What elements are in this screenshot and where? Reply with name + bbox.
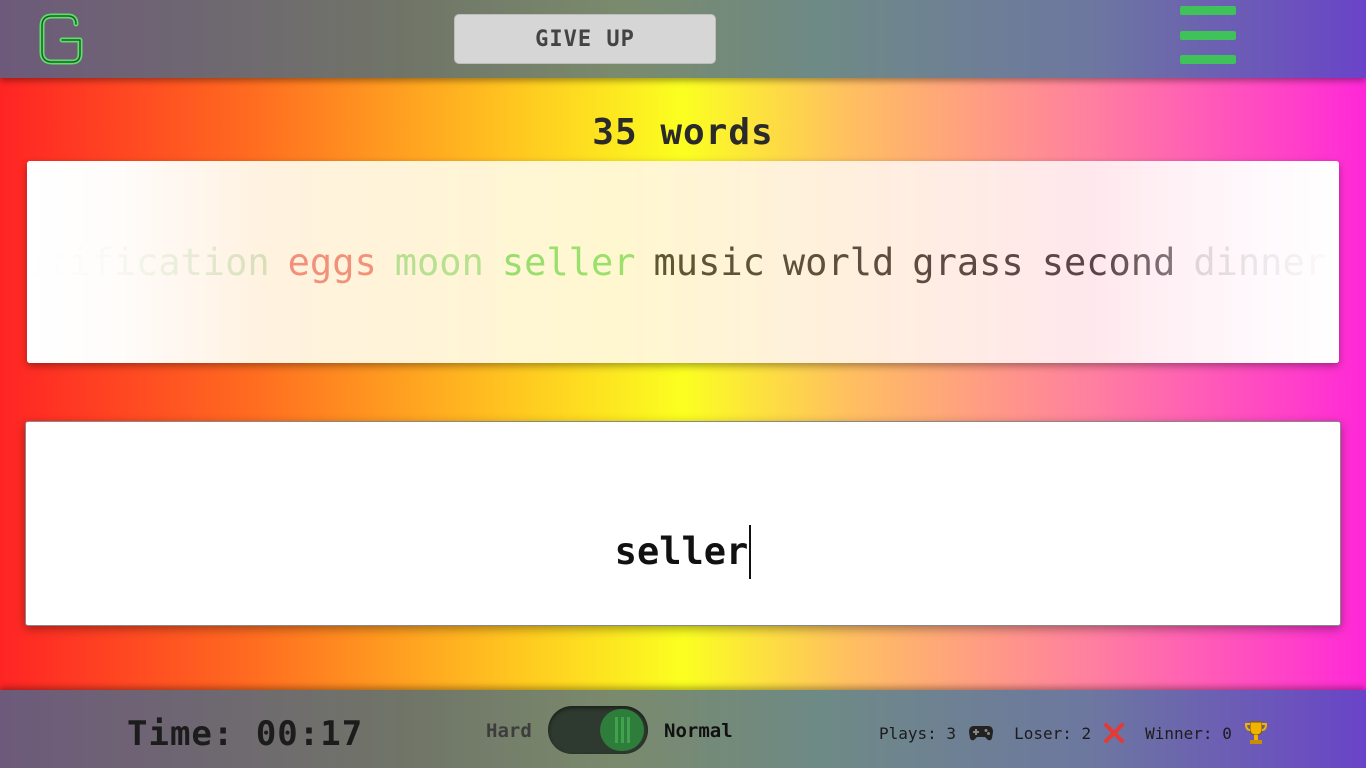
trophy-icon [1244,721,1267,744]
menu-line [1180,55,1236,64]
stream-word-current: seller [501,240,636,284]
loser-stat: Loser: 2 [1014,722,1125,744]
plays-label: Plays: 3 [879,723,957,743]
difficulty-toggle[interactable] [548,706,648,754]
gamepad-icon [969,726,994,741]
give-up-button[interactable]: GIVE UP [454,14,716,64]
loser-label: Loser: 2 [1014,723,1092,743]
plays-stat: Plays: 3 [879,724,994,743]
mode-normal-label[interactable]: Normal [664,720,733,742]
mode-hard-label[interactable]: Hard [486,720,532,742]
winner-stat: Winner: 0 [1145,720,1268,746]
menu-line [1180,6,1236,15]
word-count: 35 words [592,112,774,153]
stream-word-ghost: dinner [1193,240,1327,284]
typing-input[interactable]: seller [25,421,1341,626]
stats: Plays: 3 Loser: 2 Winner: 0 [879,720,1288,746]
hamburger-menu-icon[interactable] [1180,6,1236,64]
stream-word-pending: grass [912,240,1024,284]
word-stream-track: notification eggs moon seller music world gras… [27,161,1339,363]
word-stream: notification eggs moon seller music world gras… [27,161,1339,363]
cross-icon [1104,723,1125,743]
stream-word-pending: second [1041,240,1176,284]
toggle-knob[interactable] [600,709,644,751]
bottom-bar: Time: 00:17 Hard Normal Plays: 3 Loser: … [0,690,1366,768]
menu-line [1180,30,1236,40]
stream-word-wrong: eggs [287,240,377,284]
timer: Time: 00:17 [127,714,364,754]
top-bar: GIVE UP [0,0,1366,78]
typed-text: seller [615,524,752,579]
stream-word-faded: notification [27,240,270,284]
stream-word-pending: music [653,240,765,284]
stream-word-pending: world [782,240,895,284]
winner-label: Winner: 0 [1145,723,1232,743]
stream-word-done: moon [394,240,484,284]
logo-icon[interactable] [36,10,86,68]
